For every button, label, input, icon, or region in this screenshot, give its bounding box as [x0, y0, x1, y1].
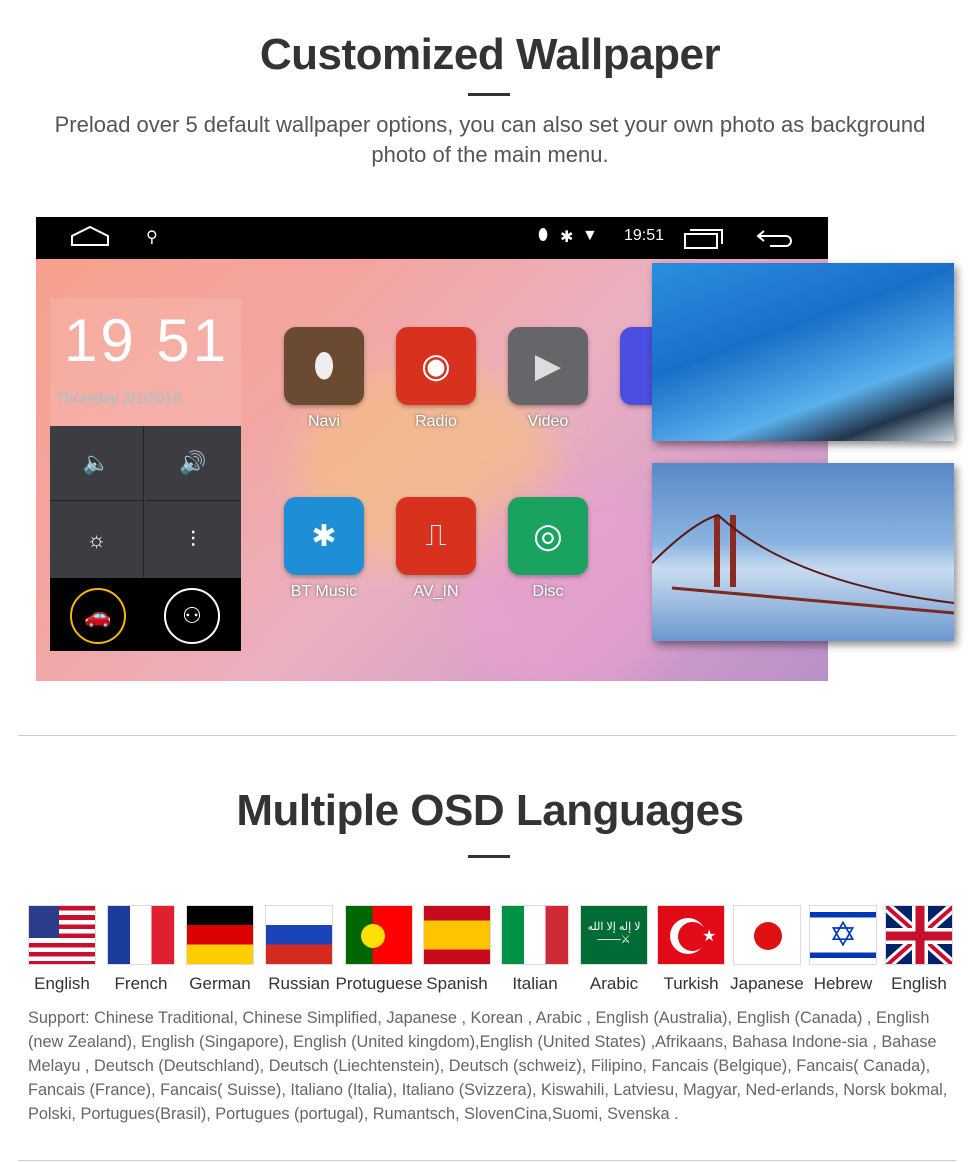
flag-spain: [423, 905, 491, 965]
flag-label: Italian: [512, 974, 558, 993]
flag-france: [107, 905, 175, 965]
app-label: AV_IN: [413, 583, 459, 600]
app-label: BT Music: [290, 583, 358, 600]
back-icon[interactable]: [756, 227, 794, 254]
title-underline: [468, 855, 510, 858]
flag-label: English: [34, 974, 90, 993]
app-label: Navi: [307, 413, 340, 430]
flag-germany: [186, 905, 254, 965]
flag-israel: ✡: [809, 905, 877, 965]
flag-turkey: ★: [657, 905, 725, 965]
flag-label: Japanese: [730, 974, 804, 993]
av-cable-icon: ⎍: [425, 519, 447, 552]
app-label: Radio: [415, 413, 457, 430]
app-disc[interactable]: ◎: [508, 497, 588, 575]
section-subtitle: Preload over 5 default wallpaper options…: [54, 112, 926, 167]
location-icon: ⬮: [538, 227, 549, 244]
wifi-icon: ▼: [582, 227, 598, 244]
wallpaper-option-ice-cave[interactable]: [652, 263, 954, 441]
usb-icon: ⚲: [146, 229, 158, 246]
app-av-in[interactable]: ⎍: [396, 497, 476, 575]
apps-icon[interactable]: ⚇: [164, 588, 220, 644]
volume-up-icon[interactable]: 🔊: [146, 426, 240, 501]
status-time: 19:51: [624, 227, 665, 244]
brightness-icon[interactable]: ☼: [50, 502, 144, 577]
volume-down-icon[interactable]: 🔈: [50, 426, 144, 501]
equalizer-icon[interactable]: ⫶: [146, 502, 240, 577]
flag-label: Arabic: [589, 974, 639, 993]
play-icon: ▶: [534, 347, 562, 385]
home-icon[interactable]: [70, 225, 110, 252]
flag-label: French: [114, 974, 168, 993]
wallpaper-option-bridge[interactable]: [652, 463, 954, 641]
app-radio[interactable]: ◉: [396, 327, 476, 405]
flag-japan: [733, 905, 801, 965]
app-navi[interactable]: ⬮: [284, 327, 364, 405]
flag-italy: [501, 905, 569, 965]
flag-uk: [885, 905, 953, 965]
flag-label: English: [891, 974, 947, 993]
section-title-languages: Multiple OSD Languages: [236, 786, 744, 835]
flag-label: Russian: [268, 974, 330, 993]
car-icon[interactable]: 🚗: [70, 588, 126, 644]
section-title-wallpaper: Customized Wallpaper: [259, 30, 721, 79]
section-divider: [18, 1160, 956, 1161]
flag-label: Hebrew: [813, 974, 873, 993]
radio-icon: ◉: [421, 347, 451, 385]
section-divider: [18, 735, 956, 736]
disc-icon: ◎: [533, 517, 563, 555]
flag-us: [28, 905, 96, 965]
app-bt-music[interactable]: ✱: [284, 497, 364, 575]
app-label: Video: [527, 413, 569, 430]
clock-widget[interactable]: 19 51 Thursday 3/1/2019: [50, 298, 241, 426]
title-underline: [468, 93, 510, 96]
flag-portugal: [345, 905, 413, 965]
clock-date: Thursday 3/1/2019: [56, 390, 182, 407]
flag-label: Spanish: [426, 974, 488, 993]
bluetooth-headphones-icon: ✱: [311, 519, 337, 553]
status-bar: ⚲ ⬮ ✱ ▼ 19:51: [36, 217, 828, 259]
app-label: Disc: [532, 583, 564, 600]
map-pin-icon: ⬮: [313, 346, 335, 385]
widget-panel: 19 51 Thursday 3/1/2019 🔈 🔊 ☼ ⫶ 🚗 ⚇: [50, 298, 241, 651]
flag-label: Turkish: [663, 974, 719, 993]
flag-label: Protuguese: [335, 974, 423, 993]
flag-russia: [265, 905, 333, 965]
app-video[interactable]: ▶: [508, 327, 588, 405]
flag-saudi-arabia: ﻻ إله إلا الله ───⚔: [580, 905, 648, 965]
recent-apps-icon[interactable]: [684, 227, 724, 254]
clock-time: 19 51: [64, 307, 230, 374]
flag-label: German: [189, 974, 251, 993]
supported-languages-text: Support: Chinese Traditional, Chinese Si…: [28, 1009, 948, 1123]
bluetooth-icon: ✱: [560, 229, 574, 246]
